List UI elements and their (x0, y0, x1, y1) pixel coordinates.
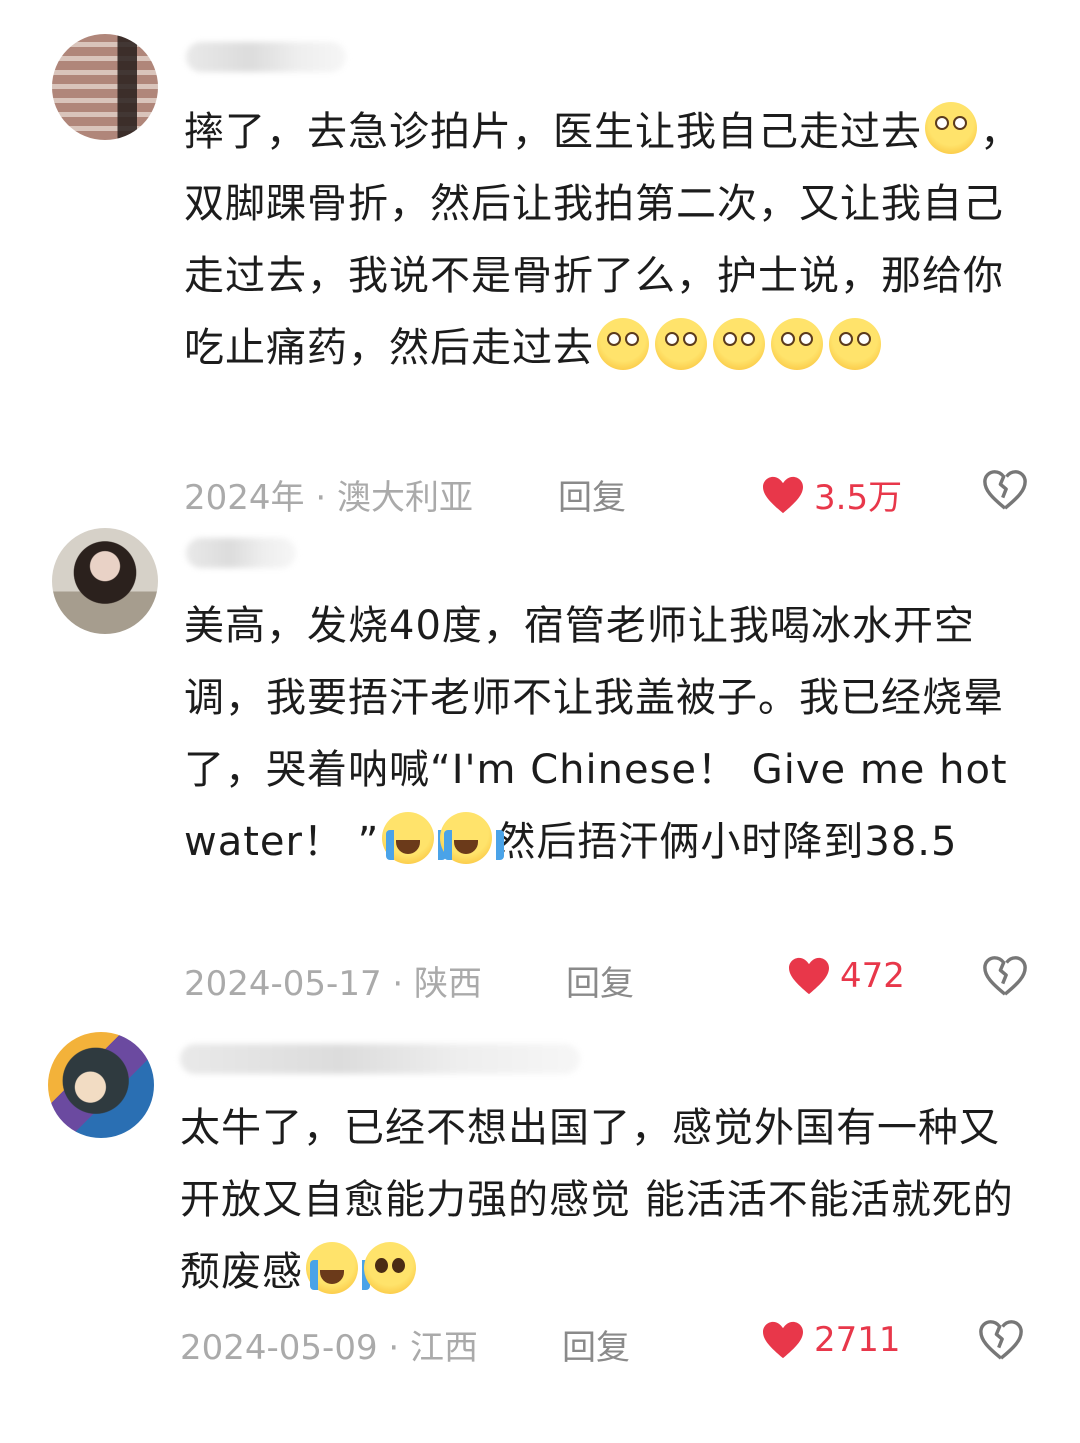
username-blurred[interactable] (186, 538, 296, 568)
comment-date: 2024年 · 澳大利亚 (184, 478, 473, 518)
pleading-face-icon (364, 1242, 416, 1294)
username-blurred[interactable] (180, 1044, 580, 1074)
comment-text: 摔了，去急诊拍片，医生让我自己走过去 ，双脚踝骨折，然后让我拍第二次，又让我自己走… (184, 96, 1024, 384)
avatar[interactable] (52, 34, 158, 140)
like-button[interactable]: 2711 (760, 1320, 901, 1360)
broken-heart-icon (983, 956, 1027, 996)
heart-icon (763, 476, 803, 513)
like-count: 3.5万 (814, 478, 903, 518)
flushed-face-icon (597, 318, 649, 370)
like-button[interactable]: 3.5万 (760, 470, 902, 519)
laughing-crying-face-icon (306, 1242, 370, 1294)
username-blurred[interactable] (186, 42, 346, 72)
comment-date: 2024-05-17 · 陕西 (184, 964, 483, 1004)
flushed-face-icon (655, 318, 707, 370)
loudly-crying-face-icon (440, 812, 505, 864)
heart-icon (763, 1321, 803, 1359)
reply-button[interactable]: 回复 (558, 470, 626, 519)
comment-text: 美高，发烧40度，宿管老师让我喝冰水开空调，我要捂汗老师不让我盖被子。我已经烧晕… (184, 603, 1008, 865)
reply-button[interactable]: 回复 (562, 1320, 630, 1369)
dislike-button[interactable] (982, 954, 1028, 1007)
dislike-button[interactable] (978, 1318, 1024, 1371)
comment-meta: 2024-05-09 · 江西 回复 2711 (180, 1320, 1030, 1368)
broken-heart-icon (983, 470, 1027, 510)
heart-icon (789, 957, 829, 995)
flushed-face-icon (925, 102, 977, 154)
comment-meta: 2024年 · 澳大利亚 回复 3.5万 (184, 470, 1034, 518)
like-count: 2711 (814, 1320, 901, 1360)
flushed-face-icon (771, 318, 823, 370)
dislike-button[interactable] (982, 468, 1028, 521)
comment-date: 2024-05-09 · 江西 (180, 1328, 479, 1368)
flushed-face-icon (713, 318, 765, 370)
comment-meta: 2024-05-17 · 陕西 回复 472 (184, 956, 1034, 1004)
avatar[interactable] (48, 1032, 154, 1138)
reply-button[interactable]: 回复 (566, 956, 634, 1005)
loudly-crying-face-icon (382, 812, 447, 864)
flushed-face-icon (829, 318, 881, 370)
like-count: 472 (840, 956, 905, 996)
comment-text: 太牛了，已经不想出国了，感觉外国有一种又开放又自愈能力强的感觉 能活活不能活就死… (180, 1105, 1014, 1295)
broken-heart-icon (979, 1320, 1023, 1360)
avatar[interactable] (52, 528, 158, 634)
like-button[interactable]: 472 (786, 956, 905, 996)
